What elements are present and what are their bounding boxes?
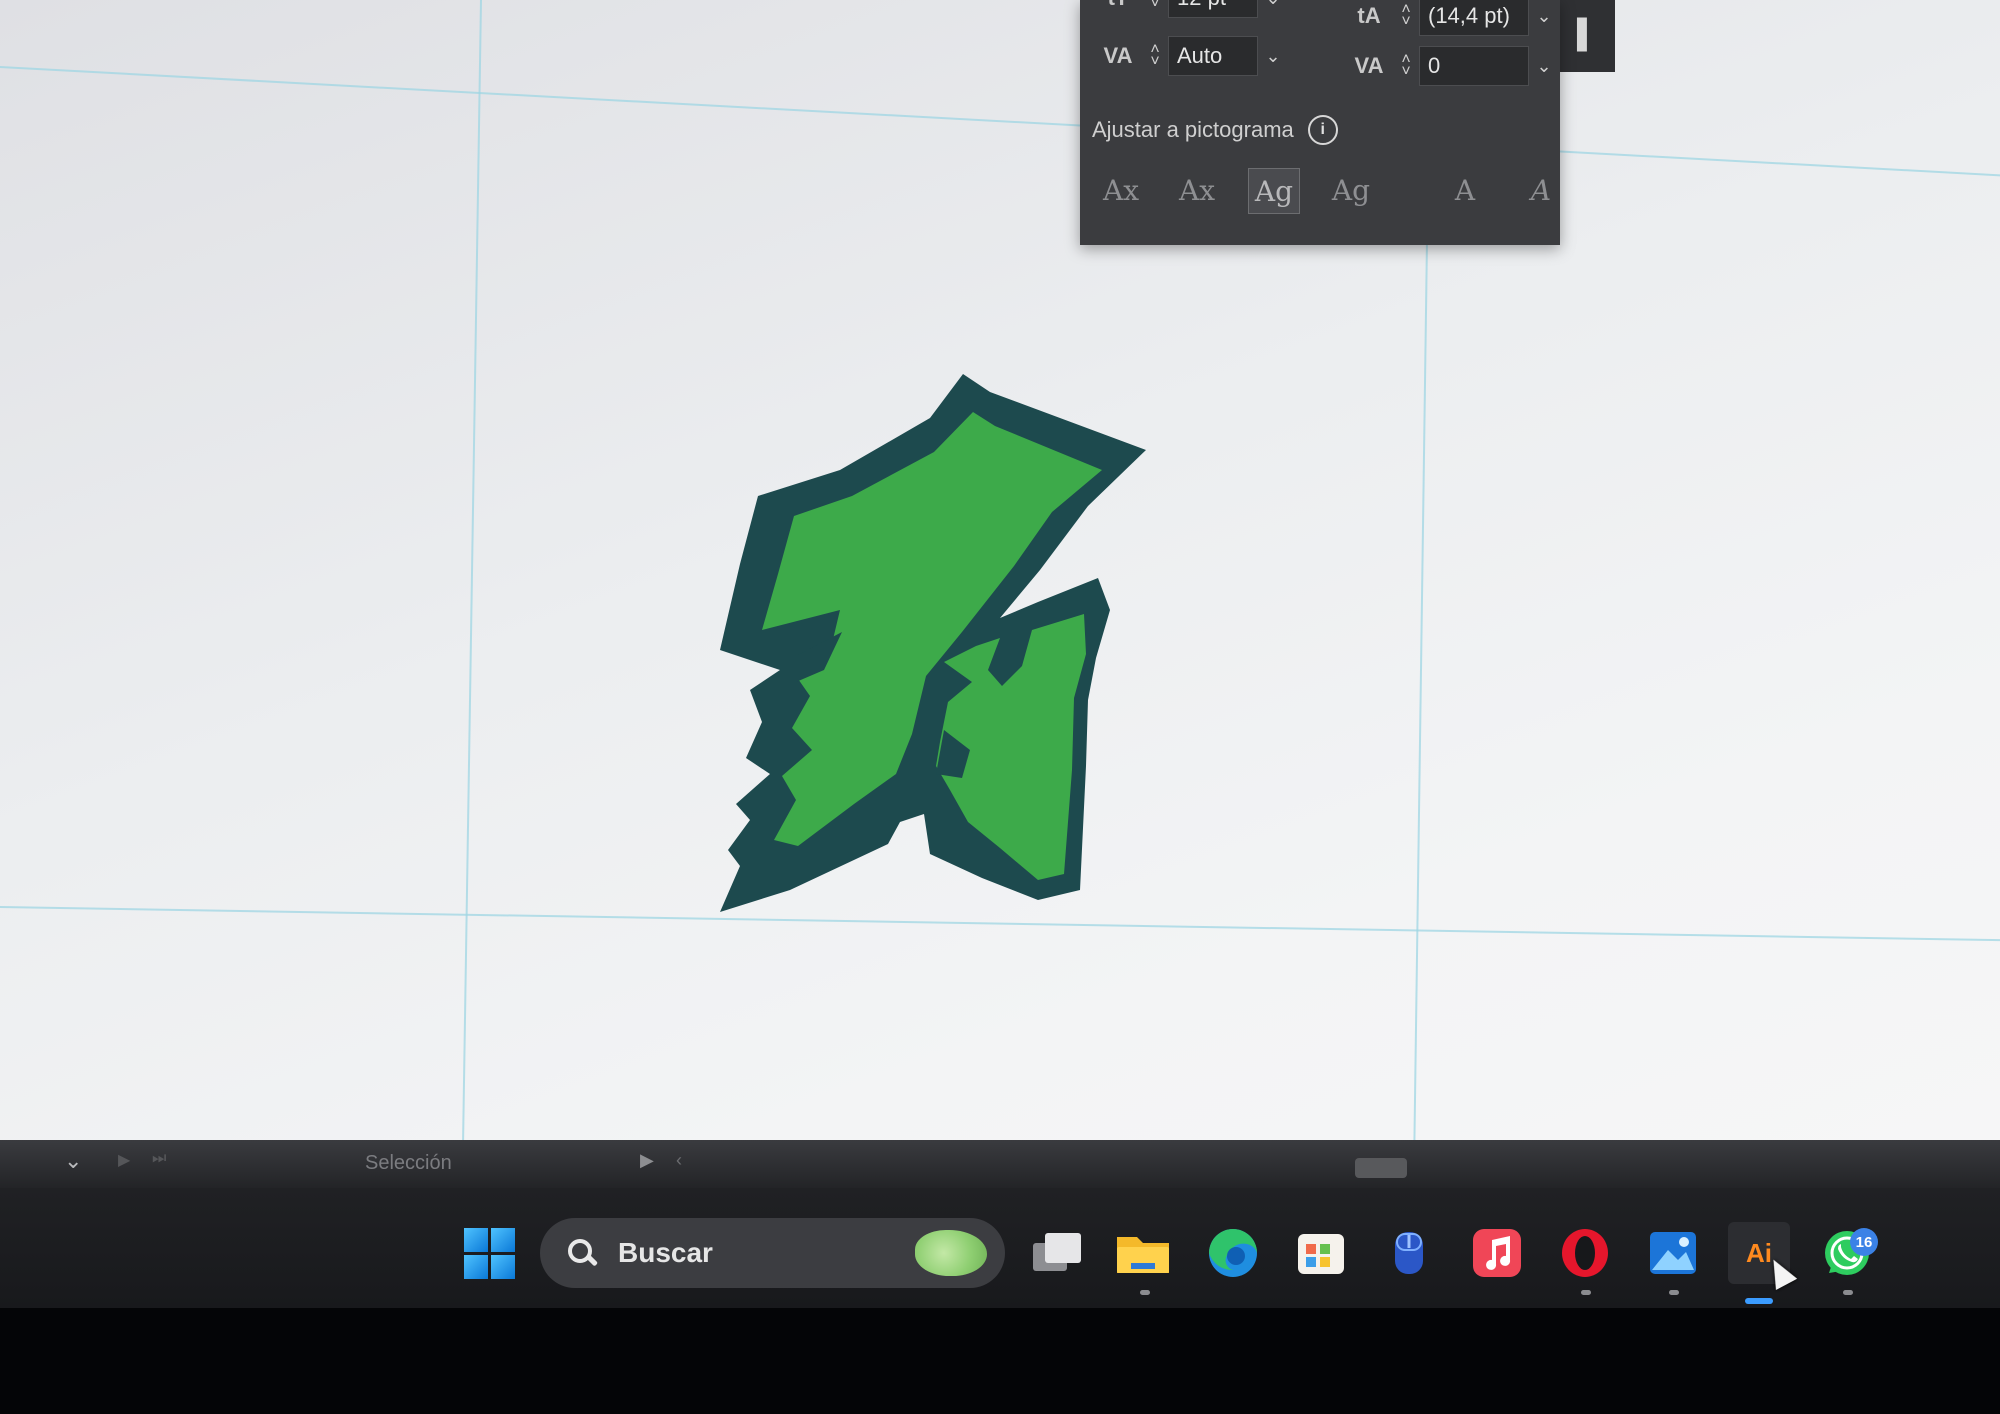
opera-icon[interactable] bbox=[1554, 1222, 1616, 1284]
snap-to-glyph-proximity-icon[interactable]: Ag bbox=[1326, 168, 1376, 212]
guide-vertical[interactable] bbox=[461, 0, 482, 1160]
apple-music-icon[interactable] bbox=[1466, 1222, 1528, 1284]
skip-end-icon[interactable]: ⏭ bbox=[152, 1150, 166, 1168]
whatsapp-notification-badge: 16 bbox=[1850, 1228, 1878, 1256]
leading-icon: tA bbox=[1357, 3, 1381, 28]
start-button[interactable] bbox=[458, 1222, 520, 1284]
running-indicator bbox=[1140, 1290, 1150, 1295]
snap-to-glyph-bounds-icon[interactable]: Ag bbox=[1248, 168, 1300, 214]
snap-to-glyph-xheight-icon[interactable]: Ax bbox=[1172, 168, 1222, 212]
running-indicator bbox=[1843, 1290, 1853, 1295]
chevron-down-icon[interactable]: ⌄ bbox=[1258, 0, 1288, 9]
windows-logo-icon bbox=[463, 1227, 515, 1279]
edge-icon[interactable] bbox=[1202, 1222, 1264, 1284]
font-size-field[interactable]: 12 pt bbox=[1168, 0, 1258, 18]
graffiti-1k-logo[interactable] bbox=[700, 370, 1160, 920]
kerning-icon: VA bbox=[1103, 43, 1133, 68]
chevron-down-icon[interactable]: ⌄ bbox=[64, 1148, 82, 1174]
font-size-row: tT ˄˅ 12 pt ⌄ bbox=[1094, 0, 1288, 18]
font-size-stepper[interactable]: ˄˅ bbox=[1142, 0, 1168, 12]
status-menu-arrow-icon[interactable]: ▶ bbox=[640, 1150, 654, 1171]
monitor-bezel bbox=[0, 1308, 2000, 1414]
tracking-icon: VA bbox=[1354, 53, 1384, 78]
leading-field[interactable]: (14,4 pt) bbox=[1419, 0, 1529, 36]
panel-tab-icon: ▐ bbox=[1567, 18, 1587, 49]
tracking-row: VA ˄ ˅ 0 ⌄ bbox=[1345, 46, 1559, 86]
search-highlight-image bbox=[915, 1230, 987, 1276]
kerning-row: VA ˄ ˅ Auto ⌄ bbox=[1094, 36, 1288, 76]
horizontal-scrollbar-thumb[interactable] bbox=[1355, 1158, 1407, 1178]
font-size-icon: tT bbox=[1094, 0, 1142, 18]
artboard-canvas[interactable] bbox=[0, 0, 2000, 1160]
panel-collapse-tab[interactable]: ▐ bbox=[1555, 0, 1615, 72]
task-view-icon[interactable] bbox=[1026, 1222, 1088, 1284]
file-explorer-icon[interactable] bbox=[1112, 1222, 1174, 1284]
leading-row: tA ˄ ˅ (14,4 pt) ⌄ bbox=[1345, 0, 1559, 36]
tracking-stepper[interactable]: ˄ ˅ bbox=[1393, 52, 1419, 80]
photo-editor-icon[interactable] bbox=[1642, 1222, 1704, 1284]
current-tool-label: Selección bbox=[365, 1152, 452, 1174]
running-indicator bbox=[1669, 1290, 1679, 1295]
info-icon[interactable]: i bbox=[1307, 115, 1338, 145]
snap-to-glyph-section: Ajustar a pictograma i bbox=[1092, 115, 1338, 145]
play-icon[interactable]: ▶ bbox=[118, 1150, 130, 1170]
status-back-icon[interactable]: ‹ bbox=[676, 1150, 682, 1171]
running-indicator bbox=[1581, 1290, 1591, 1295]
snap-to-glyph-label: Ajustar a pictograma bbox=[1092, 117, 1294, 142]
guide-vertical[interactable] bbox=[1412, 240, 1428, 1160]
chevron-down-icon[interactable]: ⌄ bbox=[1529, 56, 1559, 77]
leading-stepper[interactable]: ˄ ˅ bbox=[1393, 2, 1419, 30]
kerning-stepper[interactable]: ˄ ˅ bbox=[1142, 42, 1168, 70]
chevron-down-icon[interactable]: ⌄ bbox=[1529, 6, 1559, 27]
status-bar: ⌄ ▶ ⏭ Selección ▶ ‹ bbox=[0, 1140, 2000, 1188]
snap-to-glyph-italic-icon[interactable]: A bbox=[1516, 168, 1566, 212]
guide-horizontal[interactable] bbox=[0, 66, 2000, 182]
search-placeholder: Buscar bbox=[618, 1237, 713, 1268]
snap-to-glyph-buttons: Ax Ax Ag Ag A A bbox=[1096, 168, 1566, 214]
active-app-indicator bbox=[1745, 1298, 1773, 1304]
search-icon bbox=[568, 1239, 596, 1267]
snap-to-glyph-baseline-icon[interactable]: Ax bbox=[1096, 168, 1146, 212]
tracking-field[interactable]: 0 bbox=[1419, 46, 1529, 86]
photos-icon[interactable] bbox=[1290, 1222, 1352, 1284]
mouse-app-icon[interactable] bbox=[1378, 1222, 1440, 1284]
kerning-field[interactable]: Auto bbox=[1168, 36, 1258, 76]
chevron-down-icon[interactable]: ⌄ bbox=[1258, 46, 1288, 67]
snap-to-glyph-angular-icon[interactable]: A bbox=[1440, 168, 1490, 212]
taskbar-search[interactable]: Buscar bbox=[540, 1218, 1005, 1288]
